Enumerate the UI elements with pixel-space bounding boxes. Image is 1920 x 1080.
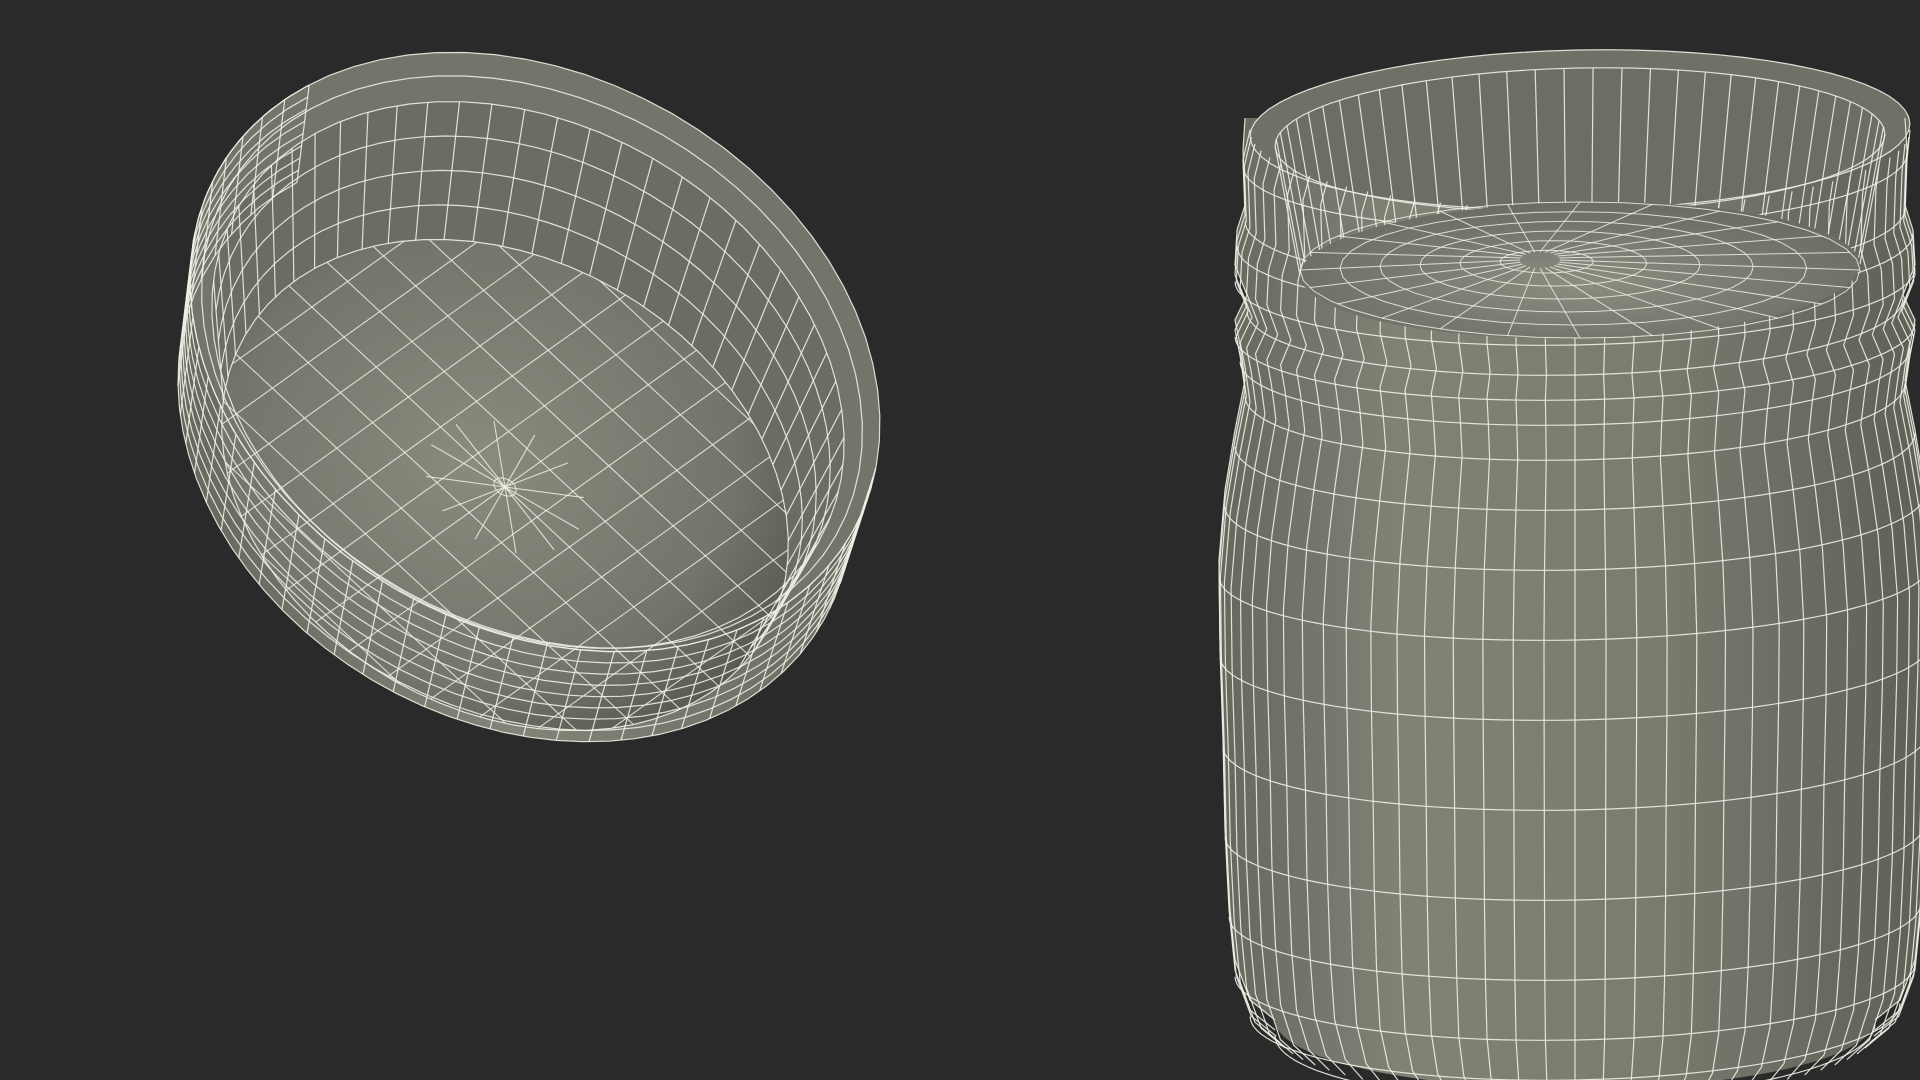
jar-body: [1218, 49, 1920, 1080]
wireframe-render-viewport: [0, 0, 1920, 1080]
lid-inner-edge: [314, 133, 316, 269]
